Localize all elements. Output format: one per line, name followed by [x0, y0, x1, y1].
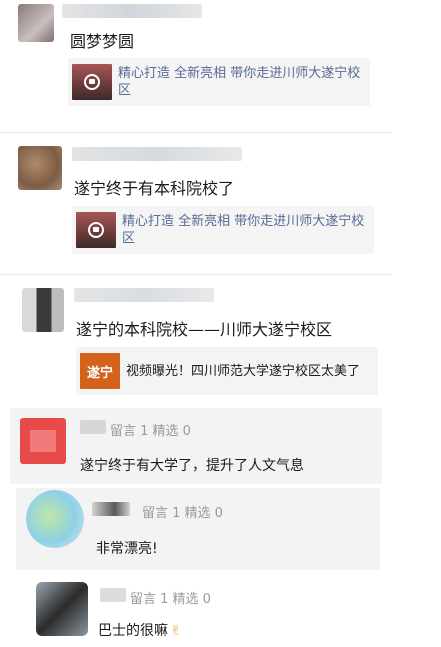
username-blurred [72, 147, 242, 161]
article-card[interactable]: 精心打造 全新亮相 带你走进川师大遂宁校区 [72, 206, 374, 254]
username-blurred [62, 4, 202, 18]
divider [0, 274, 392, 275]
video-camera-icon [88, 222, 104, 238]
username-blurred [80, 420, 106, 434]
video-thumbnail [72, 64, 112, 100]
video-thumbnail [76, 212, 116, 248]
avatar[interactable] [20, 418, 66, 464]
comment-text: 非常漂亮! [96, 541, 158, 557]
post-title: 遂宁终于有本科院校了 [74, 179, 235, 198]
avatar[interactable] [18, 146, 62, 190]
victory-hand-emoji-icon: ✌ [170, 623, 182, 639]
username-blurred [100, 588, 126, 602]
comment-stats: 留言 1 精选 0 [110, 424, 191, 439]
post-title: 遂宁的本科院校——川师大遂宁校区 [76, 320, 333, 339]
avatar[interactable] [22, 288, 64, 332]
video-camera-icon [84, 74, 100, 90]
avatar[interactable] [18, 4, 54, 42]
card-title: 精心打造 全新亮相 带你走进川师大遂宁校区 [122, 214, 365, 246]
comment-stats: 留言 1 精选 0 [142, 506, 223, 521]
article-card[interactable]: 遂宁 视频曝光！四川师范大学遂宁校区太美了 [76, 347, 378, 395]
divider [0, 132, 392, 133]
post-title: 圆梦梦圆 [70, 32, 135, 51]
card-title: 精心打造 全新亮相 带你走进川师大遂宁校区 [118, 66, 361, 98]
avatar[interactable] [26, 490, 84, 548]
card-title: 视频曝光！四川师范大学遂宁校区太美了 [126, 363, 361, 379]
article-card[interactable]: 精心打造 全新亮相 带你走进川师大遂宁校区 [68, 58, 370, 106]
avatar[interactable] [36, 582, 88, 636]
comment-text: 遂宁终于有大学了，提升了人文气息 [80, 458, 304, 474]
username-blurred [74, 288, 214, 302]
logo-text: 遂宁 [86, 365, 113, 381]
comment-text: 巴士的很嘛 ✌ [98, 620, 182, 640]
comment-text-body: 巴士的很嘛 [98, 623, 168, 639]
username-blurred [92, 502, 130, 516]
comment-stats: 留言 1 精选 0 [130, 592, 211, 607]
publisher-logo: 遂宁 [80, 353, 120, 389]
